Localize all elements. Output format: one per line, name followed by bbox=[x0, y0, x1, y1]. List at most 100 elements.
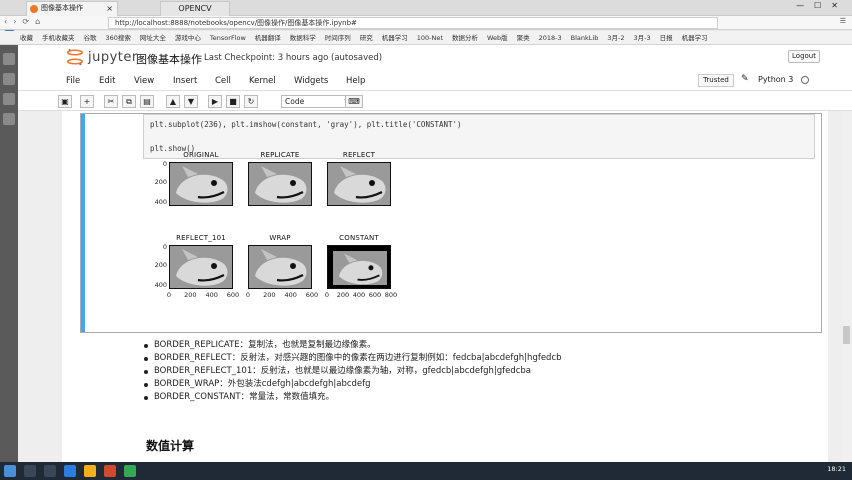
bookmark-item[interactable]: 100-Net bbox=[417, 34, 443, 42]
app-taskbar-icon[interactable] bbox=[124, 465, 136, 477]
interrupt-icon[interactable]: ■ bbox=[226, 95, 240, 108]
menu-view[interactable]: View bbox=[134, 76, 154, 86]
restart-icon[interactable]: ↻ bbox=[244, 95, 258, 108]
bookmark-item[interactable]: 数据科学 bbox=[290, 34, 316, 42]
windows-taskbar: 18:21 bbox=[0, 462, 852, 480]
sidebar-app-icon[interactable] bbox=[3, 93, 15, 105]
kernel-idle-indicator-icon bbox=[801, 76, 809, 84]
kernel-name[interactable]: Python 3 bbox=[758, 75, 793, 84]
subplot-axes bbox=[327, 245, 391, 289]
bookmark-item[interactable]: 网址大全 bbox=[140, 34, 166, 42]
menu-insert[interactable]: Insert bbox=[173, 76, 197, 86]
browser-taskbar-icon[interactable] bbox=[64, 465, 76, 477]
menu-cell[interactable]: Cell bbox=[215, 76, 231, 86]
selected-cell[interactable]: plt.subplot(236), plt.imshow(constant, '… bbox=[80, 113, 822, 333]
left-sidebar bbox=[0, 45, 18, 465]
code-line: plt.subplot(236), plt.imshow(constant, '… bbox=[150, 120, 462, 129]
bookmark-item[interactable]: 聚类 bbox=[517, 34, 530, 42]
bookmark-item[interactable]: 3月-3 bbox=[633, 34, 650, 42]
bookmarks-bar: 收藏 手机收藏夹 谷歌 360搜索 网址大全 游戏中心 TensorFlow 机器翻译 数据科学… bbox=[0, 31, 852, 45]
save-icon[interactable]: ▣ bbox=[58, 95, 72, 108]
bookmark-item[interactable]: 机器学习 bbox=[682, 34, 708, 42]
bookmark-item[interactable]: 3月-2 bbox=[607, 34, 624, 42]
x-tick-label: 200 bbox=[263, 291, 276, 299]
jupyter-header: jupyter 图像基本操作 Last Checkpoint: 3 hours … bbox=[18, 45, 852, 72]
scrollbar-thumb[interactable] bbox=[843, 326, 850, 344]
insert-cell-icon[interactable]: + bbox=[80, 95, 94, 108]
taskview-icon[interactable] bbox=[44, 465, 56, 477]
tab-close-icon[interactable]: × bbox=[106, 2, 113, 15]
menu-edit[interactable]: Edit bbox=[99, 76, 115, 86]
y-tick-label: 400 bbox=[154, 198, 167, 206]
bookmark-item[interactable]: 游戏中心 bbox=[175, 34, 201, 42]
list-item: BORDER_WRAP：外包装法cdefgh|abcdefgh|abcdefg bbox=[144, 378, 744, 391]
bookmark-item[interactable]: 2018-3 bbox=[539, 34, 562, 42]
run-icon[interactable]: ▶ bbox=[208, 95, 222, 108]
jupyter-favicon-icon bbox=[30, 5, 38, 13]
subplot-image bbox=[170, 246, 232, 288]
menu-kernel[interactable]: Kernel bbox=[249, 76, 276, 86]
subplot-image bbox=[249, 246, 311, 288]
x-tick-label: 600 bbox=[368, 291, 382, 299]
move-down-icon[interactable]: ▼ bbox=[184, 95, 198, 108]
menu-bar: File Edit View Insert Cell Kernel Widget… bbox=[18, 72, 852, 91]
browser-tab[interactable]: 图像基本操作 × bbox=[26, 1, 118, 16]
sidebar-app-icon[interactable] bbox=[3, 113, 15, 125]
sidebar-app-icon[interactable] bbox=[3, 73, 15, 85]
browser-menu-icon[interactable]: ☰ bbox=[840, 17, 846, 25]
jupyter-logo-icon[interactable] bbox=[66, 48, 84, 66]
bookmark-item[interactable]: 机器翻译 bbox=[255, 34, 281, 42]
subplot-title: REFLECT bbox=[342, 151, 376, 159]
bookmark-item[interactable]: BlankLib bbox=[571, 34, 599, 42]
browser-tab-2[interactable]: OPENCV bbox=[160, 1, 230, 16]
bookmark-item[interactable]: TensorFlow bbox=[210, 34, 246, 42]
checkpoint-status: Last Checkpoint: 3 hours ago (autosaved) bbox=[204, 53, 383, 63]
move-up-icon[interactable]: ▲ bbox=[166, 95, 180, 108]
bookmark-item[interactable]: 360搜索 bbox=[106, 34, 131, 42]
section-heading: 数值计算 bbox=[146, 439, 195, 453]
bookmark-item[interactable]: 时间序列 bbox=[325, 34, 351, 42]
explorer-taskbar-icon[interactable] bbox=[84, 465, 96, 477]
x-tick-label: 400 bbox=[205, 291, 218, 299]
list-item: BORDER_CONSTANT：常量法，常数值填充。 bbox=[144, 391, 744, 404]
search-icon[interactable] bbox=[24, 465, 36, 477]
start-icon[interactable] bbox=[4, 465, 16, 477]
y-tick-label: 200 bbox=[154, 261, 167, 269]
paste-icon[interactable]: ▤ bbox=[140, 95, 154, 108]
menu-help[interactable]: Help bbox=[346, 76, 365, 86]
x-tick-label: 600 bbox=[226, 291, 240, 299]
bookmark-item[interactable]: 谷歌 bbox=[84, 34, 97, 42]
trusted-indicator[interactable]: Trusted bbox=[698, 74, 734, 87]
bookmark-item[interactable]: 机器学习 bbox=[382, 34, 408, 42]
command-palette-icon[interactable]: ⌨ bbox=[345, 95, 363, 108]
browser-tab-strip: e 图像基本操作 × OPENCV —☐✕ bbox=[0, 0, 852, 32]
code-editor[interactable]: plt.subplot(236), plt.imshow(constant, '… bbox=[143, 114, 815, 159]
page-scrollbar[interactable] bbox=[842, 111, 852, 465]
bookmark-item[interactable]: 数据分析 bbox=[452, 34, 478, 42]
subplot-axes bbox=[248, 245, 312, 289]
cell-selection-bar bbox=[81, 114, 85, 332]
copy-icon[interactable]: ⧉ bbox=[122, 95, 136, 108]
menu-file[interactable]: File bbox=[66, 76, 80, 86]
browser-tab2-title: OPENCV bbox=[178, 4, 212, 13]
taskbar-clock: 18:21 bbox=[827, 465, 846, 473]
subplot-image bbox=[328, 163, 390, 205]
list-item: BORDER_REPLICATE：复制法，也就是复制最边缘像素。 bbox=[144, 339, 744, 352]
window-controls[interactable]: —☐✕ bbox=[796, 1, 848, 10]
bookmark-item[interactable]: 日报 bbox=[660, 34, 673, 42]
nav-buttons[interactable]: ‹›⟳⌂ bbox=[4, 17, 46, 26]
app-taskbar-icon[interactable] bbox=[104, 465, 116, 477]
url-input[interactable]: http://localhost:8888/notebooks/opencv/图… bbox=[108, 17, 718, 29]
browser-tab-title: 图像基本操作 bbox=[41, 4, 83, 12]
bookmark-item[interactable]: 手机收藏夹 bbox=[42, 34, 75, 42]
bookmark-item[interactable]: 研究 bbox=[360, 34, 373, 42]
cell-type-select[interactable]: Code ▼ bbox=[281, 95, 353, 108]
menu-widgets[interactable]: Widgets bbox=[294, 76, 328, 86]
logout-button[interactable]: Logout bbox=[788, 50, 820, 63]
bookmark-item[interactable]: Web版 bbox=[487, 34, 508, 42]
notebook-title[interactable]: 图像基本操作 bbox=[136, 51, 202, 67]
sidebar-app-icon[interactable] bbox=[3, 53, 15, 65]
bookmark-item[interactable]: 收藏 bbox=[20, 34, 33, 42]
cut-icon[interactable]: ✂ bbox=[104, 95, 118, 108]
